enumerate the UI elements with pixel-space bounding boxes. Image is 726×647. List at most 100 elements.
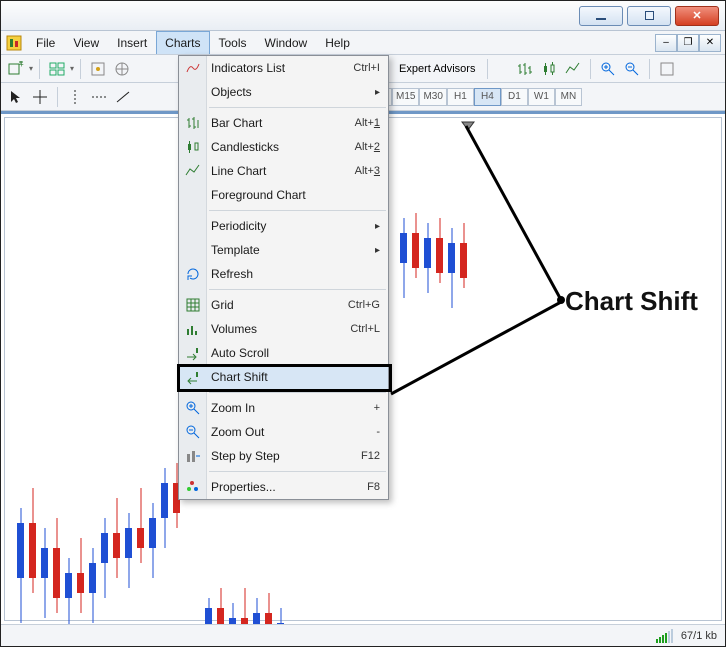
timeframe-h4[interactable]: H4 [474,88,501,106]
candle [65,558,72,624]
bar-icon [183,113,203,133]
mdi-close-button[interactable]: ✕ [699,34,721,52]
candle [17,508,24,623]
menu-item-bar-chart[interactable]: Bar Chart Alt+1 [179,111,388,135]
menu-item-label: Objects [211,85,252,99]
menu-insert[interactable]: Insert [108,31,156,54]
volumes-icon [183,319,203,339]
candle [29,488,36,593]
menu-item-shortcut: Alt+2 [355,141,380,153]
candle-chart-button[interactable] [538,58,560,80]
menu-item-candlesticks[interactable]: Candlesticks Alt+2 [179,135,388,159]
menu-item-label: Periodicity [211,219,266,233]
menu-item-label: Step by Step [211,449,280,463]
menu-item-label: Candlesticks [211,140,279,154]
menu-help[interactable]: Help [316,31,359,54]
menu-item-label: Zoom Out [211,425,264,439]
timeframe-m30[interactable]: M30 [419,88,446,106]
chart-shift-marker[interactable] [461,118,475,136]
zoom-out-button[interactable] [621,58,643,80]
line-chart-button[interactable] [562,58,584,80]
menu-item-auto-scroll[interactable]: Auto Scroll [179,341,388,365]
menu-charts[interactable]: Charts [156,31,209,54]
cursor-button[interactable] [5,86,27,108]
autoscroll-icon [183,343,203,363]
menu-item-step-by-step[interactable]: Step by StepF12 [179,444,388,468]
window-maximize-button[interactable] [627,6,671,26]
menu-item-periodicity[interactable]: Periodicity ▸ [179,214,388,238]
candle [149,503,156,578]
candle [448,228,455,308]
menu-item-foreground-chart[interactable]: Foreground Chart [179,183,388,207]
status-kb: 67/1 kb [681,630,717,642]
menu-item-label: Indicators List [211,61,285,75]
menu-item-shortcut: Ctrl+L [350,323,380,335]
menu-item-chart-shift[interactable]: Chart Shift [179,365,388,389]
window-minimize-button[interactable] [579,6,623,26]
expert-advisors-button[interactable]: Expert Advisors [393,63,481,75]
market-watch-button[interactable] [87,58,109,80]
menu-tools[interactable]: Tools [210,31,256,54]
timeframe-mn[interactable]: MN [555,88,582,106]
props-icon [183,477,203,497]
menu-item-shortcut: F8 [367,481,380,493]
menu-item-objects[interactable]: Objects ▸ [179,80,388,104]
window-close-button[interactable]: ✕ [675,6,719,26]
connection-bars-icon [656,629,673,643]
close-icon: ✕ [692,9,701,22]
menu-item-refresh[interactable]: Refresh [179,262,388,286]
new-chart-button[interactable]: + [5,58,27,80]
chartshift-icon [183,367,203,387]
candle [205,598,212,624]
menu-item-zoom-in[interactable]: Zoom In+ [179,396,388,420]
menu-item-zoom-out[interactable]: Zoom Out- [179,420,388,444]
grid-icon [183,295,203,315]
trendline-button[interactable] [112,86,134,108]
crosshair-button[interactable] [29,86,51,108]
menu-item-label: Bar Chart [211,116,262,130]
vline-button[interactable] [64,86,86,108]
mdi-restore-button[interactable]: ❐ [677,34,699,52]
mdi-controls: – ❐ ✕ [655,31,725,54]
menu-item-label: Line Chart [211,164,266,178]
menu-item-shortcut: Alt+1 [355,117,380,129]
candle [241,588,248,624]
submenu-arrow-icon: ▸ [375,221,380,232]
bar-chart-button[interactable] [514,58,536,80]
menu-item-template[interactable]: Template▸ [179,238,388,262]
menu-item-label: Auto Scroll [211,346,269,360]
menu-view[interactable]: View [64,31,108,54]
candle [217,588,224,624]
menu-item-shortcut: Alt+3 [355,165,380,177]
hline-button[interactable] [88,86,110,108]
candle [101,518,108,598]
zoom-in-button[interactable] [597,58,619,80]
candle [253,598,260,624]
candle [436,218,443,283]
candle [229,603,236,624]
charts-menu-dropdown: Indicators List Ctrl+I Objects ▸ Bar Chart Al… [178,55,389,500]
menu-item-label: Chart Shift [211,370,268,384]
timeframe-h1[interactable]: H1 [447,88,474,106]
more-button[interactable] [656,58,678,80]
menu-item-line-chart[interactable]: Line Chart Alt+3 [179,159,388,183]
menu-file[interactable]: File [27,31,64,54]
zoomin-icon [183,398,203,418]
menu-item-shortcut: Ctrl+I [353,62,380,74]
menu-item-grid[interactable]: GridCtrl+G [179,293,388,317]
candle [41,528,48,618]
timeframe-w1[interactable]: W1 [528,88,555,106]
menu-item-label: Volumes [211,322,257,336]
candle [265,593,272,624]
mdi-minimize-button[interactable]: – [655,34,677,52]
submenu-arrow-icon: ▸ [375,87,380,98]
timeframe-d1[interactable]: D1 [501,88,528,106]
timeframe-m15[interactable]: M15 [392,88,419,106]
menu-item-volumes[interactable]: Volumes Ctrl+L [179,317,388,341]
navigator-button[interactable] [111,58,133,80]
profiles-button[interactable] [46,58,68,80]
menu-item-properties[interactable]: Properties...F8 [179,475,388,499]
menu-window[interactable]: Window [256,31,317,54]
menu-item-label: Refresh [211,267,253,281]
menu-item-indicators-list[interactable]: Indicators List Ctrl+I [179,56,388,80]
